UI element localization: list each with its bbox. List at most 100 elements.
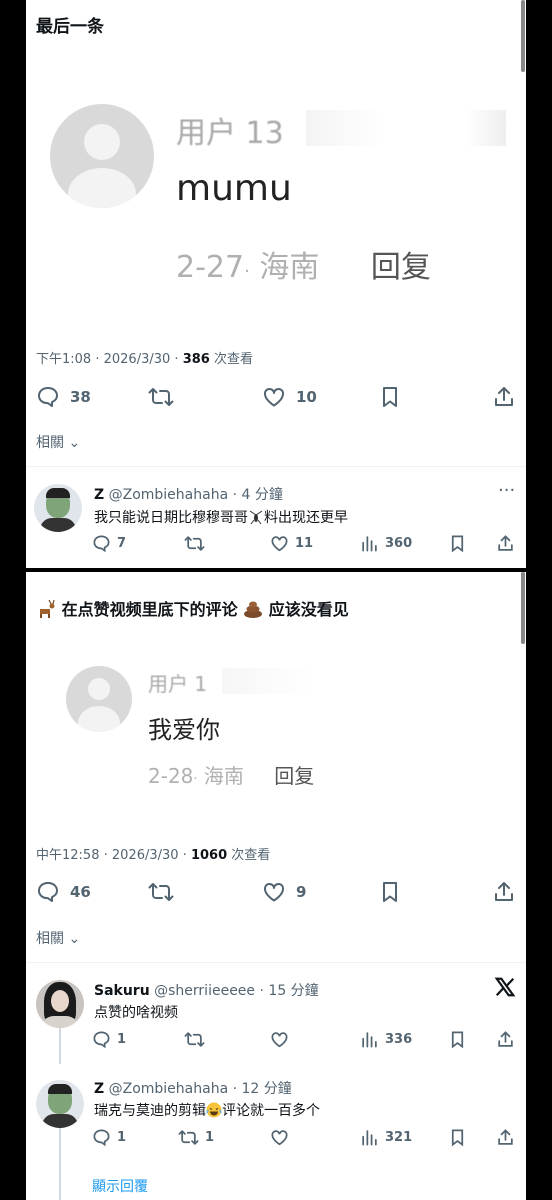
show-replies-link[interactable]: 顯示回覆 (92, 1176, 148, 1196)
reply-tweet[interactable]: Sakuru @sherriieeeee · 15 分鐘 点赞的啥视频 1 33… (26, 972, 526, 1062)
divider (26, 962, 526, 963)
more-options-icon[interactable]: ··· (498, 480, 515, 501)
comment-location: 海南 (259, 250, 320, 285)
reply-text: 点赞的啥视频 (94, 1005, 178, 1021)
bookmark-button[interactable] (448, 1128, 467, 1147)
bookmark-button[interactable] (378, 385, 402, 409)
retweet-icon (148, 883, 174, 901)
comment-reply-link: 回复 (370, 250, 431, 285)
share-button[interactable] (496, 1128, 515, 1147)
heart-icon (264, 882, 284, 902)
reply-tweet[interactable]: Z @Zombiehahaha · 4 分鐘 ··· 我只能说日期比穆穆哥哥 料出… (26, 474, 526, 564)
analytics-icon (362, 1032, 377, 1048)
analytics-icon (362, 536, 377, 552)
reply-button[interactable]: 1 (92, 1128, 126, 1147)
avatar[interactable] (36, 1080, 84, 1128)
related-toggle[interactable]: 相關 ⌄ (36, 928, 80, 948)
retweet-icon (148, 388, 174, 406)
author-name[interactable]: Z (94, 487, 104, 503)
comment-username: 用户 13 (176, 116, 284, 151)
bookmark-button[interactable] (448, 534, 467, 553)
comment-meta: 2-28· 海南 回复 (148, 764, 315, 788)
reply-icon (38, 882, 58, 902)
divider (26, 466, 526, 467)
comment-date: 2-27 (176, 250, 245, 285)
bookmark-icon (451, 535, 464, 553)
views-button[interactable]: 321 (360, 1128, 412, 1147)
share-button[interactable] (492, 385, 516, 409)
mosquito-emoji-icon (248, 509, 264, 529)
view-count: 386 (182, 352, 210, 367)
avatar[interactable] (34, 484, 82, 532)
scrollbar[interactable] (521, 0, 525, 72)
reply-count: 46 (70, 883, 91, 901)
reply-text-part2: 料出现还更早 (264, 510, 348, 526)
comment-date: 2-28 (148, 764, 194, 788)
reply-count: 7 (117, 536, 127, 551)
post-text-part1: 在点赞视频里底下的评论 (61, 600, 238, 619)
embedded-comment-image: 用户 1 我爱你 2-28· 海南 回复 (26, 652, 526, 802)
reply-button[interactable]: 7 (92, 534, 126, 553)
poop-emoji-icon (243, 600, 263, 622)
post-meta: 下午1:08 · 2026/3/30 · 386 次查看 (36, 352, 253, 367)
author-handle[interactable]: @sherriieeeee (154, 983, 255, 999)
author-name[interactable]: Z (94, 1081, 104, 1097)
views-button[interactable]: 336 (360, 1030, 412, 1049)
post-text: 最后一条 (36, 17, 104, 37)
bookmark-button[interactable] (448, 1030, 467, 1049)
share-icon (498, 1031, 513, 1047)
view-count: 336 (385, 1032, 413, 1047)
share-button[interactable] (496, 1030, 515, 1049)
reply-button[interactable]: 1 (92, 1030, 126, 1049)
bookmark-button[interactable] (378, 880, 402, 904)
author-name[interactable]: Sakuru (94, 983, 150, 999)
reply-text-part1: 我只能说日期比穆穆哥哥 (94, 510, 248, 526)
post-text-part2: 应该没看见 (268, 600, 349, 619)
retweet-button[interactable] (184, 534, 205, 553)
reply-header: Z @Zombiehahaha · 4 分鐘 (94, 487, 283, 503)
views-button[interactable]: 360 (360, 534, 412, 553)
retweet-button[interactable] (184, 1030, 205, 1049)
reply-button[interactable]: 46 (36, 880, 91, 904)
bookmark-icon (383, 882, 397, 902)
retweet-button[interactable] (148, 880, 174, 904)
deer-emoji-icon (36, 599, 56, 622)
reply-tweet[interactable]: Z @Zombiehahaha · 12 分鐘 瑞克与莫迪的剪辑 评论就一百多个 … (26, 1072, 526, 1200)
reply-count: 1 (117, 1032, 127, 1047)
bookmark-icon (451, 1129, 464, 1147)
reply-text: 瑞克与莫迪的剪辑 评论就一百多个 (94, 1100, 320, 1122)
like-button[interactable] (270, 1128, 289, 1147)
x-logo-icon[interactable] (494, 976, 516, 1002)
like-button[interactable]: 10 (262, 385, 317, 409)
redacted-area (306, 110, 506, 146)
embedded-comment-image: 用户 13 mumu 2-27· 海南 回复 (26, 70, 526, 330)
retweet-button[interactable]: 1 (178, 1128, 214, 1147)
like-button[interactable]: 9 (262, 880, 306, 904)
like-button[interactable]: 11 (270, 534, 313, 553)
view-count: 360 (385, 536, 413, 551)
default-avatar-icon (66, 666, 132, 732)
retweet-button[interactable] (148, 385, 174, 409)
reply-text-part1: 瑞克与莫迪的剪辑 (94, 1103, 206, 1119)
author-handle[interactable]: @Zombiehahaha (109, 1081, 229, 1097)
retweet-count: 1 (205, 1130, 215, 1145)
share-icon (498, 535, 513, 551)
reply-count: 1 (117, 1130, 127, 1145)
share-button[interactable] (492, 880, 516, 904)
post-meta: 中午12:58 · 2026/3/30 · 1060 次查看 (36, 848, 271, 863)
avatar[interactable] (36, 980, 84, 1028)
heart-icon (271, 536, 288, 552)
post-time: 中午12:58 (36, 848, 100, 863)
share-button[interactable] (496, 534, 515, 553)
comment-location: 海南 (203, 764, 244, 788)
like-button[interactable] (270, 1030, 289, 1049)
chevron-down-icon: ⌄ (68, 931, 81, 947)
reply-icon (93, 535, 110, 553)
post-panel-1: 最后一条 用户 13 mumu 2-27· 海南 回复 下午1:08 · 202… (26, 0, 526, 568)
analytics-icon (362, 1130, 377, 1146)
scrollbar[interactable] (521, 572, 525, 644)
reply-button[interactable]: 38 (36, 385, 91, 409)
related-toggle[interactable]: 相關 ⌄ (36, 432, 80, 452)
author-handle[interactable]: @Zombiehahaha (109, 487, 229, 503)
heart-icon (264, 387, 284, 407)
